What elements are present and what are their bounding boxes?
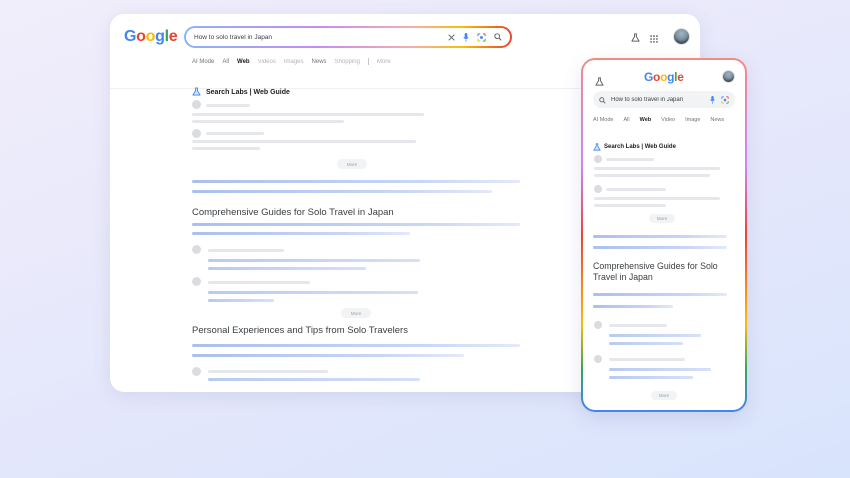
search-input[interactable]: How to solo travel in Japan (194, 34, 440, 41)
search-bar[interactable]: How to solo travel in Japan (184, 26, 512, 48)
search-tabs: AI Mode All Web Video Image News (593, 117, 734, 123)
mobile-device-frame: Google How to solo travel in Japan AI Mo… (581, 58, 747, 412)
highlight-bar (192, 354, 464, 357)
avatar[interactable] (722, 70, 735, 83)
web-guide-header: Search Labs | Web Guide (192, 83, 290, 101)
tab-web[interactable]: Web (640, 117, 652, 123)
more-button[interactable]: More (341, 308, 371, 318)
result-snippet-placeholder (594, 204, 666, 207)
result-snippet-placeholder (192, 120, 344, 123)
avatar[interactable] (673, 28, 690, 45)
result-favicon (192, 100, 201, 109)
more-button[interactable]: More (651, 391, 677, 400)
tab-ai-mode[interactable]: AI Mode (192, 59, 214, 65)
highlight-bar (192, 190, 492, 193)
result-snippet-placeholder (594, 174, 710, 177)
lens-icon[interactable] (721, 95, 729, 104)
result-snippet-placeholder (192, 113, 424, 116)
result-snippet-placeholder (609, 368, 711, 371)
highlight-bar (593, 246, 727, 249)
lens-icon[interactable] (477, 32, 486, 42)
flask-icon[interactable] (631, 29, 640, 47)
result-snippet-placeholder (192, 140, 416, 143)
result-snippet-placeholder (208, 259, 420, 262)
result-snippet-placeholder (192, 147, 260, 150)
web-guide-header: Search Labs | Web Guide (593, 138, 676, 156)
tab-news[interactable]: News (312, 59, 327, 65)
result-snippet-placeholder (594, 197, 720, 200)
result-title-placeholder (609, 324, 667, 327)
mic-icon[interactable] (710, 95, 715, 104)
result-title-placeholder (208, 249, 284, 252)
flask-icon (192, 83, 201, 101)
tab-all[interactable]: All (222, 59, 229, 65)
web-guide-label: Search Labs | Web Guide (604, 144, 676, 150)
highlight-bar (192, 344, 520, 347)
result-title-placeholder (206, 132, 264, 135)
result-favicon (192, 277, 201, 286)
section-heading[interactable]: Comprehensive Guides for Solo Travel in … (593, 261, 733, 283)
result-favicon (594, 185, 602, 193)
apps-grid-icon[interactable] (650, 30, 658, 48)
search-bar[interactable]: How to solo travel in Japan (593, 91, 735, 108)
result-favicon (192, 367, 201, 376)
tab-web[interactable]: Web (237, 59, 250, 65)
result-title-placeholder (606, 188, 666, 191)
tab-all[interactable]: All (623, 117, 629, 123)
result-title-placeholder (606, 158, 654, 161)
highlight-bar (192, 223, 520, 226)
tab-images[interactable]: Images (284, 59, 304, 65)
tab-news[interactable]: News (710, 117, 724, 123)
google-logo[interactable]: Google (644, 70, 684, 84)
result-favicon (192, 245, 201, 254)
result-snippet-placeholder (594, 167, 720, 170)
tab-image[interactable]: Image (685, 117, 700, 123)
result-title-placeholder (208, 281, 310, 284)
more-button[interactable]: More (649, 214, 675, 223)
result-title-placeholder (206, 104, 250, 107)
search-icon[interactable] (599, 91, 606, 109)
result-snippet-placeholder (609, 334, 701, 337)
search-input[interactable]: How to solo travel in Japan (611, 97, 702, 103)
result-favicon (594, 355, 602, 363)
mobile-screen: Google How to solo travel in Japan AI Mo… (583, 60, 745, 410)
highlight-bar (192, 232, 410, 235)
result-snippet-placeholder (208, 267, 366, 270)
tab-videos[interactable]: Videos (258, 59, 276, 65)
search-icon[interactable] (494, 33, 502, 41)
web-guide-label: Search Labs | Web Guide (206, 88, 290, 96)
section-heading[interactable]: Comprehensive Guides for Solo Travel in … (192, 207, 394, 218)
close-icon[interactable] (448, 33, 455, 41)
highlight-bar (593, 235, 727, 238)
tab-video[interactable]: Video (661, 117, 675, 123)
tab-more[interactable]: More (377, 59, 391, 65)
more-button[interactable]: More (337, 159, 367, 169)
tab-shopping[interactable]: Shopping (335, 59, 360, 65)
result-favicon (192, 129, 201, 138)
search-tabs: AI Mode All Web Videos Images News Shopp… (192, 58, 399, 65)
tab-divider (367, 58, 369, 65)
highlight-bar (192, 180, 520, 183)
flask-icon[interactable] (595, 73, 604, 91)
google-logo[interactable]: Google (124, 28, 178, 46)
result-title-placeholder (208, 370, 328, 373)
flask-icon (593, 138, 601, 156)
result-title-placeholder (609, 358, 685, 361)
result-snippet-placeholder (609, 376, 693, 379)
section-heading[interactable]: Personal Experiences and Tips from Solo … (192, 325, 408, 336)
result-snippet-placeholder (609, 342, 683, 345)
highlight-bar (593, 293, 727, 296)
highlight-bar (593, 305, 673, 308)
result-snippet-placeholder (208, 378, 420, 381)
result-favicon (594, 155, 602, 163)
result-snippet-placeholder (208, 299, 274, 302)
result-favicon (594, 321, 602, 329)
tab-ai-mode[interactable]: AI Mode (593, 117, 613, 123)
result-snippet-placeholder (208, 291, 418, 294)
mic-icon[interactable] (463, 32, 469, 42)
